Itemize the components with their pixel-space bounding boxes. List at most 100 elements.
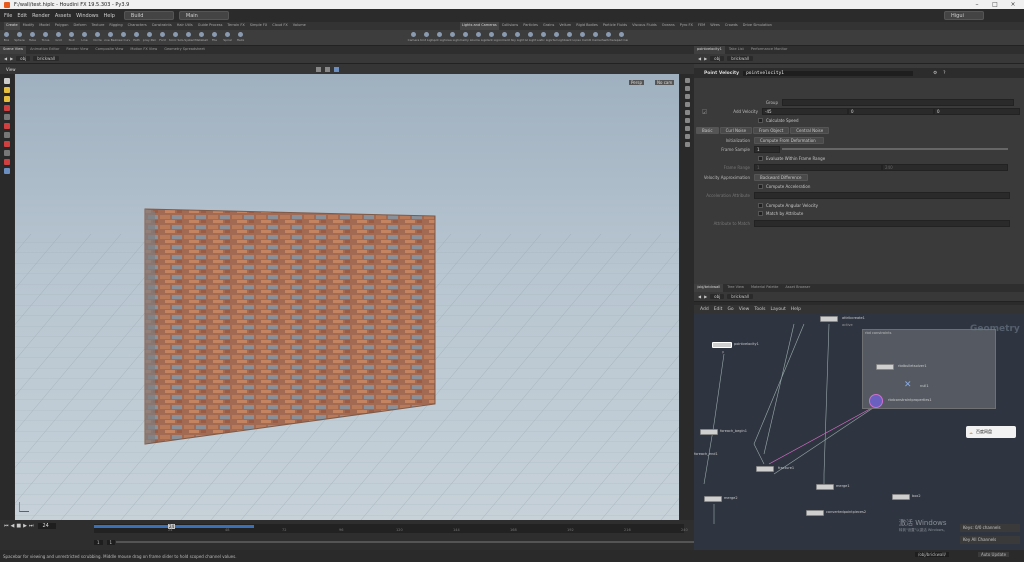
shelf-tool-sphere[interactable]: Sphere [13,30,26,45]
shelf-tool-sky-light[interactable]: Sky Light [511,30,524,45]
add-velocity-x[interactable]: -45 [762,107,848,115]
shelf-tool-line[interactable]: Line [78,30,91,45]
step-forward-icon[interactable]: ⏭ [29,523,34,529]
path-brickwall[interactable]: brickwall [33,56,60,61]
status-path[interactable]: /obj/brickwall/ [915,552,949,557]
compute-angular-checkbox[interactable] [758,202,763,208]
back-arrow-icon[interactable]: ◀ [4,56,7,61]
node-box2[interactable] [892,494,910,500]
shelf-tab[interactable]: Model [37,22,52,30]
shelf-tab[interactable]: Volume [291,22,308,30]
help-icon[interactable]: ? [943,71,945,76]
shelf-tool-caustic-light[interactable]: Caustic Light [537,30,550,45]
step-back-icon[interactable]: ◀ [11,523,15,529]
shelf-tool-tube[interactable]: Tube [26,30,39,45]
back-arrow-icon[interactable]: ◀ [698,294,701,299]
node-name-field[interactable]: pointvelocity1 [743,70,914,76]
eval-range-checkbox[interactable] [758,155,763,161]
stop-icon[interactable]: ■ [16,523,21,529]
forward-arrow-icon[interactable]: ▶ [704,294,707,299]
current-frame-field[interactable]: 24 [38,523,57,529]
shelf-tool-vr-camera[interactable]: VR Camera [589,30,602,45]
context-selector[interactable]: Main [178,11,229,20]
scale-tool-icon[interactable] [4,105,10,111]
snapshot-icon[interactable] [333,66,339,72]
close-icon[interactable]: × [1006,0,1020,9]
menu-edit[interactable]: Edit [17,13,27,19]
frame-slider[interactable]: 24 24 48 72 96 120 144 168 192 216 240 [94,524,688,533]
shelf-tool-l-system[interactable]: L-System [182,30,195,45]
tab-tree-view[interactable]: Tree View [724,284,747,292]
shelf-tool-font[interactable]: Font [156,30,169,45]
gear-icon[interactable]: ⚙ [933,71,937,76]
shelf-tool-path[interactable]: Path [130,30,143,45]
bbox-icon[interactable] [684,118,690,123]
node-pointvelocity1[interactable] [712,342,732,348]
net-menu-help[interactable]: Help [791,307,801,312]
node-foreach-begin1[interactable] [700,429,718,435]
shelf-tab[interactable]: Drive Simulation [741,22,774,30]
shelf-tab[interactable]: Rigid Bodies [574,22,600,30]
node-merge1[interactable] [816,484,834,490]
shelf-tool-curve-bezier[interactable]: Curve Bezier [104,30,117,45]
tab-material-palette[interactable]: Material Palette [748,284,781,292]
match-attr-checkbox[interactable] [758,210,763,216]
desktop-selector[interactable]: Build [123,11,174,20]
frame-range-start[interactable]: 1 [754,163,882,171]
baidu-netdisk-badge[interactable]: ☁ 百度网盘 [966,426,1016,438]
net-menu-go[interactable]: Go [727,307,733,312]
path-obj[interactable]: obj [710,56,725,61]
tab-performance-monitor[interactable]: Performance Monitor [748,46,791,54]
shelf-tab[interactable]: Terrain FX [225,22,246,30]
node-rbdbulletsolver1[interactable] [876,364,894,370]
ghost-icon[interactable] [684,126,690,131]
shelf-tool-distant-light[interactable]: Distant Light [485,30,498,45]
node-fracture1[interactable] [756,466,774,472]
tab-motion-fx[interactable]: Motion FX View [127,46,160,54]
shelf-tab[interactable]: Cloud FX [270,22,290,30]
initialization-dropdown[interactable]: Compute From Deformation [754,136,824,144]
shelf-tool-spiral[interactable]: Spiral [221,30,234,45]
tab-from-object[interactable]: From Object [753,126,790,134]
net-menu-view[interactable]: View [739,307,750,312]
shelf-tool-spot-light[interactable]: Spot Light [433,30,446,45]
shelf-tool-null[interactable]: Null [65,30,78,45]
shelf-tab[interactable]: FEM [696,22,707,30]
forward-arrow-icon[interactable]: ▶ [704,56,707,61]
shading-icon[interactable] [684,86,690,91]
points-icon[interactable] [684,102,690,107]
tab-asset-browser[interactable]: Asset Browser [782,284,813,292]
add-velocity-y[interactable]: 0 [848,107,934,115]
frame-sample-field[interactable]: 1 [754,145,780,153]
handle-tool-icon[interactable] [4,114,10,120]
path-brickwall[interactable]: brickwall [727,56,754,61]
tab-composite-view[interactable]: Composite View [92,46,126,54]
shelf-tool-grid[interactable]: Grid [52,30,65,45]
tab-geometry-spreadsheet[interactable]: Geometry Spreadsheet [161,46,208,54]
shelf-tool-platonic-solids[interactable]: Platonic Solids [169,30,182,45]
shelf-tool-point-light[interactable]: Point Light [420,30,433,45]
auto-update-menu[interactable]: Auto Update [978,552,1010,557]
shelf-tool-circle[interactable]: Circle [91,30,104,45]
display-toggle-icon[interactable] [684,78,690,83]
shelf-tab-create[interactable]: Create [4,22,20,30]
node-converted-pieces[interactable] [806,510,824,516]
move-tool-icon[interactable] [4,87,10,93]
tab-curl-noise[interactable]: Curl Noise [719,126,753,134]
shelf-tool-area-light[interactable]: Area Light [446,30,459,45]
velocity-approx-dropdown[interactable]: Backward Difference [754,173,808,181]
camera-icon[interactable] [684,134,690,139]
shelf-tab[interactable]: Hair Utils [175,22,195,30]
shelf-tab[interactable]: Grains [541,22,556,30]
shelf-tool-torus[interactable]: Torus [39,30,52,45]
key-all-channels-button[interactable]: Key All Channels [960,536,1020,544]
shelf-tab[interactable]: Particles [521,22,540,30]
shelf-tool-helix[interactable]: Helix [234,30,247,45]
null-node-icon[interactable]: ✕ [904,380,912,390]
shelf-tab[interactable]: Simple FX [248,22,269,30]
tab-basic[interactable]: Basic [696,126,719,134]
menu-render[interactable]: Render [32,13,50,19]
net-menu-layout[interactable]: Layout [770,307,785,312]
shelf-tab[interactable]: Constraints [150,22,174,30]
minimize-icon[interactable]: – [970,0,984,9]
